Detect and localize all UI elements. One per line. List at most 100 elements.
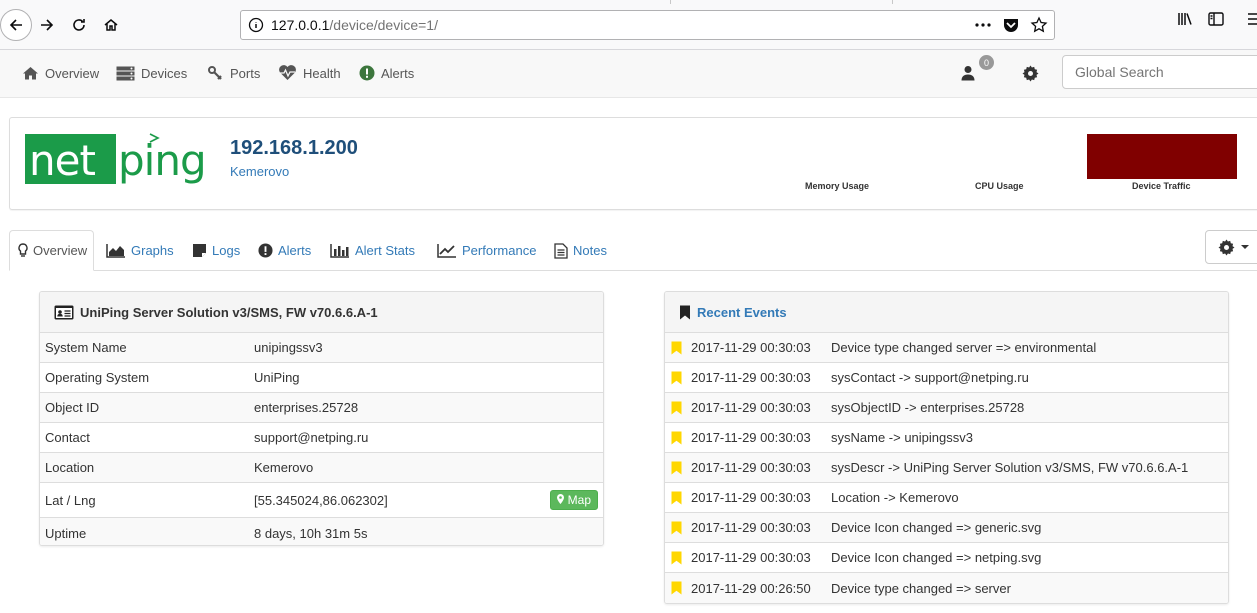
forward-button[interactable] [32, 10, 62, 40]
overview-row: Contact support@netping.ru [40, 423, 603, 453]
svg-text:net: net [29, 136, 95, 185]
library-button[interactable] [1176, 10, 1194, 28]
line-chart-icon [437, 244, 456, 258]
device-overview-panel: UniPing Server Solution v3/SMS, FW v70.6… [39, 291, 604, 546]
bookmark-icon [665, 581, 691, 595]
tab-alerts[interactable]: Alerts [258, 230, 311, 271]
reload-icon [73, 19, 85, 31]
tab-label: Alert Stats [355, 243, 415, 258]
row-value: support@netping.ru [254, 430, 369, 445]
url-host: 127.0.0.1 [271, 17, 330, 33]
event-message: Device type changed server => environmen… [831, 340, 1097, 355]
nav-overview[interactable]: Overview [22, 50, 99, 96]
event-time: 2017-11-29 00:30:03 [691, 550, 811, 565]
info-icon[interactable] [241, 17, 271, 33]
tab-notes[interactable]: Notes [554, 230, 607, 271]
event-message: sysDescr -> UniPing Server Solution v3/S… [831, 460, 1189, 475]
nav-label: Overview [45, 65, 100, 81]
global-search-input[interactable] [1062, 55, 1257, 89]
more-actions-icon[interactable] [974, 16, 992, 34]
nav-health[interactable]: Health [278, 50, 341, 96]
bookmark-star-icon[interactable] [1030, 16, 1048, 34]
netping-logo: net ping [25, 132, 217, 189]
browser-tab[interactable] [670, 0, 893, 4]
menu-button[interactable] [1246, 10, 1257, 28]
tab-graphs[interactable]: Graphs [106, 230, 174, 271]
tab-label: Overview [33, 243, 88, 258]
bookmark-icon [665, 521, 691, 535]
row-key: Location [45, 460, 95, 475]
event-time: 2017-11-29 00:30:03 [691, 400, 811, 415]
bookmark-icon [665, 431, 691, 445]
sidebar-icon [1208, 12, 1224, 26]
pocket-icon[interactable] [1002, 16, 1020, 34]
overview-rows: System Name unipingssv3 Operating System U… [40, 333, 603, 545]
device-actions-dropdown[interactable] [1205, 230, 1257, 264]
overview-row: System Name unipingssv3 [40, 333, 603, 363]
back-button[interactable] [0, 9, 32, 41]
tab-overview[interactable]: Overview [9, 230, 94, 271]
nav-devices[interactable]: Devices [116, 50, 187, 96]
event-row: 2017-11-29 00:30:03 Device Icon changed =… [665, 543, 1228, 573]
event-time: 2017-11-29 00:30:03 [691, 520, 811, 535]
nav-ports[interactable]: Ports [207, 50, 260, 96]
notification-badge: 0 [979, 55, 994, 70]
tab-alert-stats[interactable]: Alert Stats [330, 230, 415, 271]
device-traffic-graph[interactable] [1087, 134, 1237, 179]
tab-label: Alerts [278, 243, 312, 258]
event-time: 2017-11-29 00:30:03 [691, 430, 811, 445]
nav-label: Devices [141, 65, 188, 81]
area-chart-icon [106, 244, 125, 258]
browser-toolbar: 127.0.0.1/device/device=1/ [0, 0, 1257, 50]
home-button[interactable] [96, 10, 126, 40]
lightbulb-icon [18, 243, 28, 257]
device-tabs: Overview Graphs Logs Alerts Alert Stats … [9, 230, 1257, 271]
device-traffic-label: Device Traffic [1132, 181, 1191, 191]
device-hostname[interactable]: 192.168.1.200 [230, 137, 358, 160]
device-location[interactable]: Kemerovo [230, 164, 289, 179]
nav-alerts[interactable]: Alerts [359, 50, 414, 96]
server-icon [116, 66, 135, 80]
tab-label: Performance [462, 243, 537, 258]
bookmark-icon [665, 341, 691, 355]
event-row: 2017-11-29 00:30:03 Device Icon changed =… [665, 513, 1228, 543]
event-time: 2017-11-29 00:30:03 [691, 370, 811, 385]
event-row: 2017-11-29 00:26:50 Device type changed =… [665, 573, 1228, 603]
event-message: Location -> Kemerovo [831, 490, 959, 505]
home-icon [23, 67, 38, 80]
event-message: Device Icon changed => generic.svg [831, 520, 1042, 535]
gear-icon [1218, 239, 1235, 255]
row-key: Contact [45, 430, 90, 445]
user-menu[interactable] [961, 50, 981, 96]
event-time: 2017-11-29 00:30:03 [691, 340, 811, 355]
arrow-right-icon [41, 19, 54, 31]
heartbeat-icon [279, 65, 296, 80]
bookmark-icon [665, 551, 691, 565]
nav-label: Ports [230, 65, 261, 81]
row-value: unipingssv3 [254, 340, 323, 355]
event-row: 2017-11-29 00:30:03 sysObjectID -> enterp… [665, 393, 1228, 423]
event-row: 2017-11-29 00:30:03 Device type changed s… [665, 333, 1228, 363]
overview-row: Location Kemerovo [40, 453, 603, 483]
arrow-left-icon [9, 19, 22, 31]
map-button[interactable]: Map [550, 490, 598, 510]
recent-events-panel: Recent Events 2017-11-29 00:30:03 Device … [664, 291, 1229, 604]
url-text[interactable]: 127.0.0.1/device/device=1/ [271, 17, 974, 33]
event-time: 2017-11-29 00:30:03 [691, 490, 811, 505]
event-time: 2017-11-29 00:26:50 [691, 580, 811, 596]
recent-events-link[interactable]: Recent Events [697, 305, 787, 320]
event-time: 2017-11-29 00:30:03 [691, 460, 811, 475]
url-bar[interactable]: 127.0.0.1/device/device=1/ [240, 10, 1055, 40]
event-message: Device Icon changed => netping.svg [831, 550, 1042, 565]
bookmark-icon [665, 371, 691, 385]
events-panel-header: Recent Events [665, 292, 1228, 333]
tab-logs[interactable]: Logs [192, 230, 240, 271]
sticky-note-icon [193, 244, 206, 257]
row-value: enterprises.25728 [254, 400, 359, 415]
sidebar-button[interactable] [1207, 10, 1225, 28]
row-key: System Name [45, 340, 127, 355]
settings-menu[interactable] [1022, 50, 1045, 96]
map-marker-icon [557, 494, 565, 504]
reload-button[interactable] [64, 10, 94, 40]
tab-performance[interactable]: Performance [437, 230, 536, 271]
